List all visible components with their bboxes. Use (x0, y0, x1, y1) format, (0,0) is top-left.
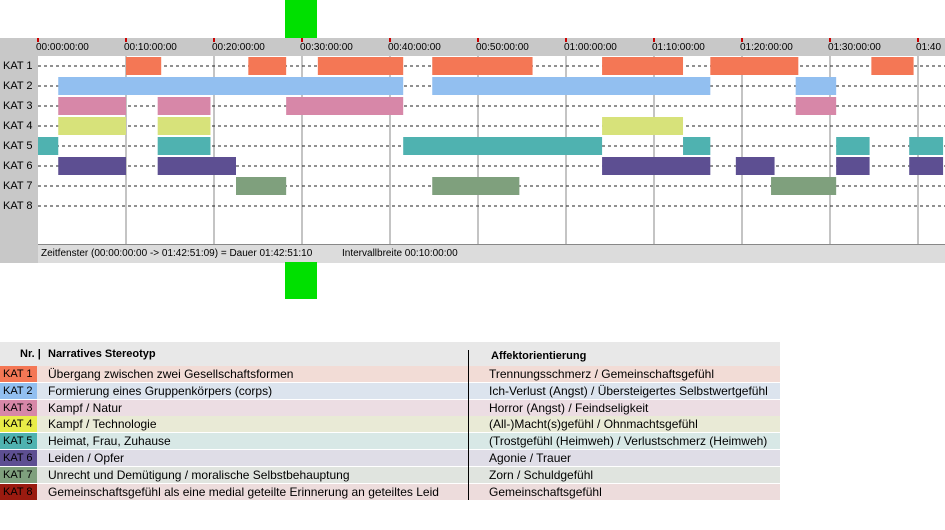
segment-kat-6[interactable] (58, 157, 126, 175)
legend-stereotype: Unrecht und Demütigung / moralische Selb… (48, 467, 350, 482)
header-affect: Affektorientierung (491, 350, 587, 362)
segment-kat-2[interactable] (795, 77, 837, 95)
row-label: KAT 8 (3, 200, 33, 212)
legend-category-swatch: KAT 5 (0, 433, 37, 450)
segment-kat-4[interactable] (602, 117, 684, 135)
legend-row: KAT 7 Unrecht und Demütigung / moralische… (0, 466, 780, 483)
segment-kat-1[interactable] (317, 57, 404, 75)
legend-affect: (All-)Macht(s)gefühl / Ohnmachtsgefühl (489, 417, 698, 432)
legend-category-swatch: KAT 3 (0, 399, 37, 416)
row-label: KAT 2 (3, 80, 33, 92)
legend-stereotype: Übergang zwischen zwei Gesellschaftsform… (48, 367, 294, 381)
segment-kat-5[interactable] (157, 137, 211, 155)
row-label: KAT 6 (3, 160, 33, 172)
tick-label: 01:20:00:00 (740, 42, 793, 53)
legend-category-swatch: KAT 2 (0, 382, 37, 399)
segment-kat-7[interactable] (432, 177, 520, 195)
tick-label: 01:10:00:00 (652, 42, 705, 53)
segment-kat-3[interactable] (286, 97, 404, 115)
status-window: Zeitfenster (00:00:00:00 -> 01:42:51:09)… (41, 248, 313, 259)
segment-kat-1[interactable] (602, 57, 684, 75)
row-label: KAT 4 (3, 120, 33, 132)
row-label: KAT 1 (3, 60, 33, 72)
segment-kat-1[interactable] (710, 57, 799, 75)
legend-stereotype: Formierung eines Gruppenkörpers (corps) (48, 383, 273, 398)
timeline-panel: 00:00:00:00 00:10:00:00 00:20:00:00 00:30:0… (0, 38, 945, 263)
tick-label: 00:10:00:00 (124, 42, 177, 53)
legend-stereotype: Kampf / Natur (48, 400, 123, 415)
legend-table: Nr. | Narratives Stereotyp Affektorienti… (0, 342, 780, 508)
timeline-svg (38, 56, 945, 244)
tick-label: 01:40 (916, 42, 942, 53)
legend-stereotype: Heimat, Frau, Zuhause (48, 434, 171, 449)
segment-kat-2[interactable] (58, 77, 404, 95)
segment-kat-1[interactable] (871, 57, 914, 75)
row-label: KAT 5 (3, 140, 33, 152)
segment-kat-6[interactable] (602, 157, 711, 175)
header-stereotype: Narratives Stereotyp (48, 348, 156, 360)
segment-kat-1[interactable] (432, 57, 533, 75)
tick-label: 00:30:00:00 (300, 42, 353, 53)
legend-row: KAT 2 Formierung eines Gruppenkörpers (co… (0, 382, 780, 399)
legend-row: KAT 4 Kampf / Technologie (All-)Macht(s)ge… (0, 416, 780, 433)
legend-stereotype: Leiden / Opfer (48, 451, 125, 465)
legend-row: KAT 8 Gemeinschaftsgefühl als eine medial… (0, 483, 780, 500)
segment-kat-5[interactable] (683, 137, 711, 155)
header-nr: Nr. | (20, 348, 41, 360)
legend-row: KAT 3 Kampf / Natur Horror (Angst) / Feind… (0, 399, 780, 416)
segment-kat-3[interactable] (58, 97, 126, 115)
legend-affect: Gemeinschaftsgefühl (489, 484, 602, 499)
legend-category-swatch: KAT 8 (0, 483, 37, 500)
segment-kat-4[interactable] (58, 117, 126, 135)
segment-kat-3[interactable] (795, 97, 837, 115)
legend-category-swatch: KAT 6 (0, 450, 37, 466)
legend-category-swatch: KAT 1 (0, 366, 37, 382)
segment-kat-1[interactable] (126, 57, 162, 75)
segment-kat-3[interactable] (157, 97, 211, 115)
legend-affect: Ich-Verlust (Angst) / Übersteigertes Sel… (489, 383, 768, 398)
legend-row: KAT 6 Leiden / Opfer Agonie / Trauer (0, 450, 780, 466)
legend-row: KAT 5 Heimat, Frau, Zuhause (Trostgefühl (… (0, 433, 780, 450)
tick-label: 00:40:00:00 (388, 42, 441, 53)
segment-kat-6[interactable] (157, 157, 236, 175)
plot-area[interactable] (38, 56, 945, 244)
time-axis: 00:00:00:00 00:10:00:00 00:20:00:00 00:30:0… (36, 38, 945, 56)
legend-stereotype: Kampf / Technologie (48, 417, 157, 432)
row-label: KAT 7 (3, 180, 33, 192)
segment-kat-6[interactable] (735, 157, 775, 175)
row-label: KAT 3 (3, 100, 33, 112)
segment-kat-6[interactable] (836, 157, 870, 175)
playhead-marker-top[interactable] (285, 0, 317, 38)
legend-header: Nr. | Narratives Stereotyp Affektorienti… (0, 342, 780, 366)
status-bar: Zeitfenster (00:00:00:00 -> 01:42:51:09)… (38, 244, 945, 263)
segment-kat-5[interactable] (836, 137, 870, 155)
legend-category-swatch: KAT 7 (0, 466, 37, 483)
legend-row: KAT 1 Übergang zwischen zwei Gesellschaft… (0, 366, 780, 382)
tick-label: 00:50:00:00 (476, 42, 529, 53)
playhead-marker-bottom[interactable] (285, 262, 317, 299)
legend-divider (468, 350, 469, 500)
segment-kat-6[interactable] (909, 157, 944, 175)
legend-affect: Agonie / Trauer (489, 451, 572, 465)
segment-kat-7[interactable] (771, 177, 837, 195)
tick-label: 01:00:00:00 (564, 42, 617, 53)
segment-kat-7[interactable] (236, 177, 287, 195)
legend-stereotype: Gemeinschaftsgefühl als eine medial gete… (48, 484, 439, 499)
legend-affect: Trennungsschmerz / Gemeinschaftsgefühl (489, 367, 714, 381)
tick-label: 01:30:00:00 (828, 42, 881, 53)
status-interval: Intervallbreite 00:10:00:00 (342, 248, 458, 259)
tick-label: 00:20:00:00 (212, 42, 265, 53)
legend-affect: Zorn / Schuldgefühl (489, 467, 594, 482)
segment-kat-2[interactable] (432, 77, 711, 95)
segment-kat-5[interactable] (403, 137, 603, 155)
legend-affect: Horror (Angst) / Feindseligkeit (489, 400, 649, 415)
legend-affect: (Trostgefühl (Heimweh) / Verlustschmerz … (489, 434, 768, 449)
tick-label: 00:00:00:00 (36, 42, 89, 53)
segment-kat-5[interactable] (38, 137, 59, 155)
legend-category-swatch: KAT 4 (0, 416, 37, 433)
segment-kat-4[interactable] (157, 117, 211, 135)
segment-kat-1[interactable] (248, 57, 287, 75)
segment-kat-5[interactable] (909, 137, 944, 155)
